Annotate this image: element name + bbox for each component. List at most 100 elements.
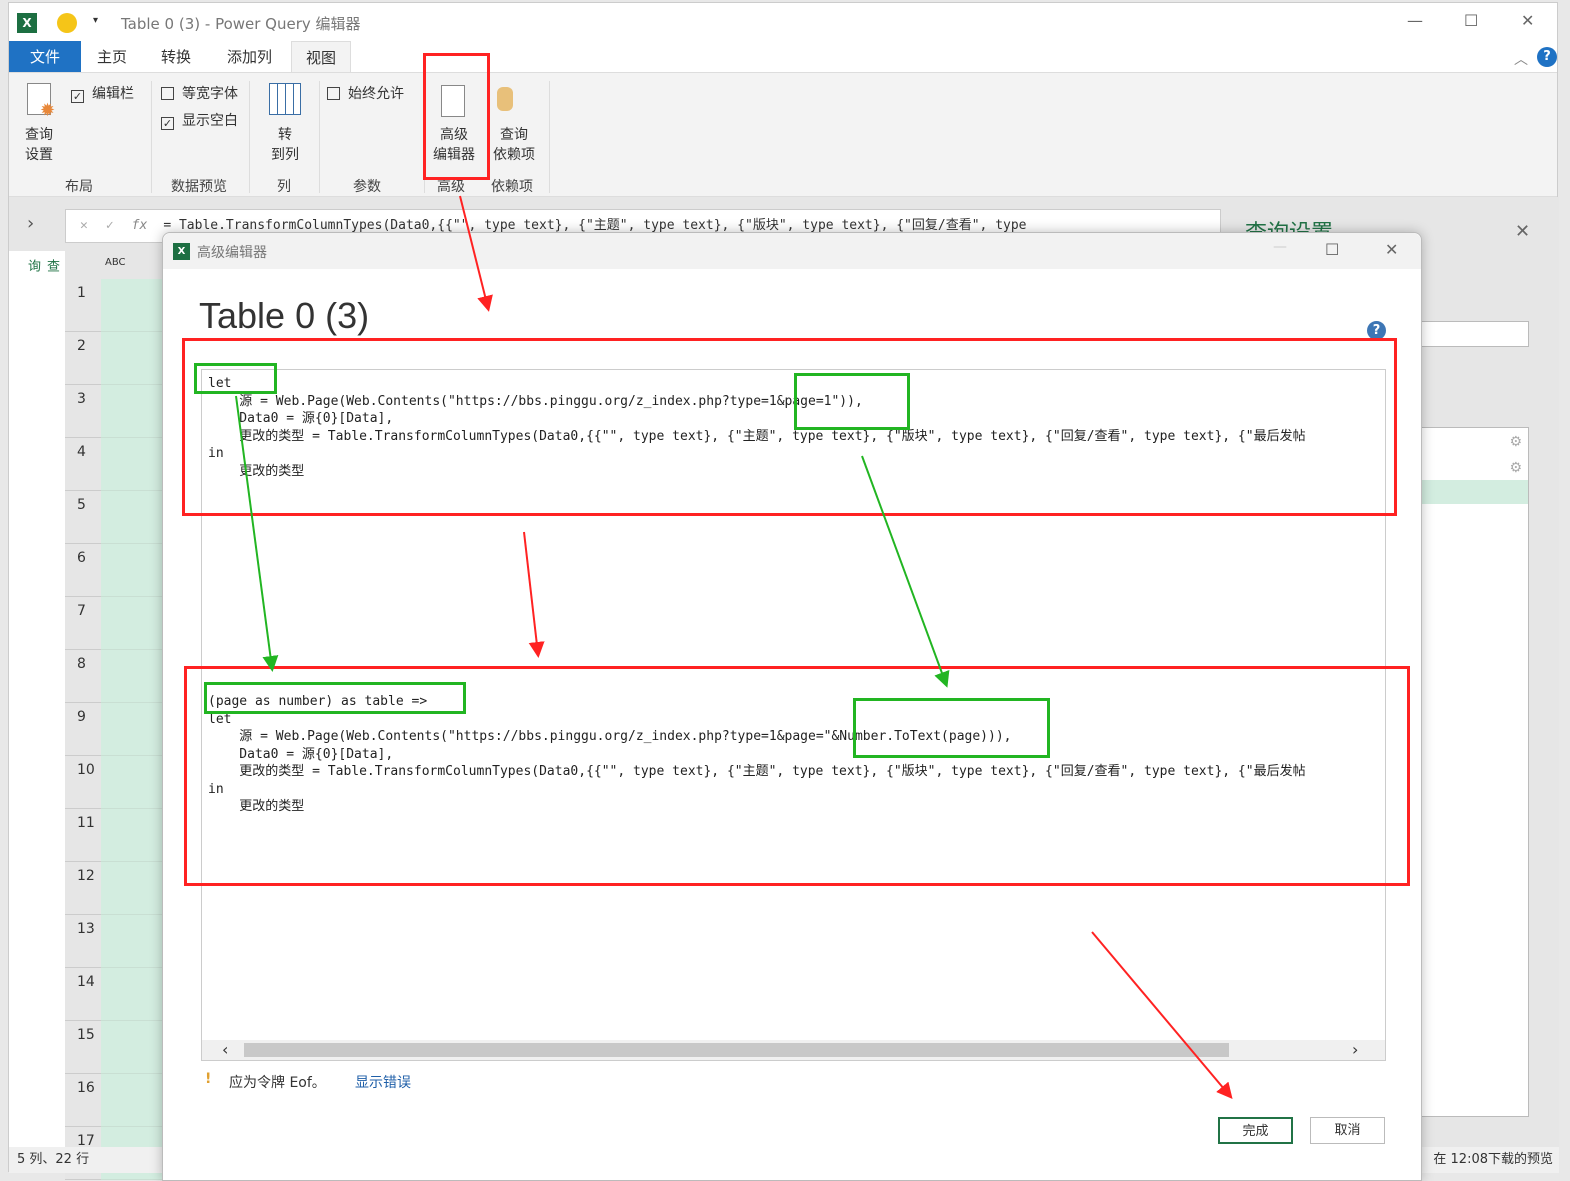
cancel-button[interactable]: 取消 (1310, 1117, 1385, 1144)
row-number[interactable]: 2 (65, 332, 101, 385)
group-label-parameters: 参数 (353, 179, 381, 195)
row-number[interactable]: 10 (65, 756, 101, 809)
maximize-icon[interactable]: ☐ (1464, 11, 1478, 30)
step-settings-gear-icon[interactable]: ⚙ (1509, 460, 1522, 476)
excel-icon: X (173, 243, 190, 260)
excel-icon: X (17, 13, 37, 33)
group-label-layout: 布局 (65, 179, 93, 195)
tab-file[interactable]: 文件 (9, 41, 81, 73)
scroll-right-icon[interactable]: › (1352, 1040, 1358, 1059)
grid-cell[interactable] (101, 650, 165, 703)
row-number[interactable]: 1 (65, 279, 101, 332)
minimize-icon[interactable]: — (1273, 239, 1287, 255)
window-title: Table 0 (3) - Power Query 编辑器 (121, 15, 361, 33)
grid-cell[interactable] (101, 968, 165, 1021)
grid-cell[interactable] (101, 1021, 165, 1074)
row-number[interactable]: 4 (65, 438, 101, 491)
query-name-heading: Table 0 (3) (199, 295, 370, 336)
ribbon: ✹ 查询 设置 ✓ 编辑栏 等宽字体 ✓ 显示空白 转 到列 始终允许 高级 编辑器… (9, 72, 1557, 197)
row-number[interactable]: 9 (65, 703, 101, 756)
minimize-icon[interactable]: — (1407, 11, 1423, 30)
annotation-red-box (423, 53, 490, 180)
scrollbar-thumb[interactable] (244, 1043, 1229, 1057)
grid-cell[interactable] (101, 809, 165, 862)
close-icon[interactable]: ✕ (1385, 240, 1398, 259)
go-to-column-button[interactable]: 转 到列 (271, 125, 299, 165)
grid-cell[interactable] (101, 491, 165, 544)
help-icon[interactable]: ? (1537, 47, 1557, 67)
group-label-data-preview: 数据预览 (171, 179, 227, 195)
error-message: 应为令牌 Eof。 (229, 1075, 326, 1091)
title-bar: X ▾ Table 0 (3) - Power Query 编辑器 — ☐ ✕ (9, 3, 1557, 43)
grid-cell[interactable] (101, 862, 165, 915)
row-number[interactable]: 15 (65, 1021, 101, 1074)
group-label-dependencies: 依赖项 (491, 179, 533, 195)
grid-cell[interactable] (101, 332, 165, 385)
ribbon-tabs: 文件 主页 转换 添加列 视图 ︿ ? (9, 41, 1557, 73)
show-error-link[interactable]: 显示错误 (355, 1072, 411, 1092)
query-dependencies-button[interactable]: 查询 依赖项 (493, 125, 535, 165)
row-number[interactable]: 12 (65, 862, 101, 915)
grid-cell[interactable] (101, 915, 165, 968)
annotation-green-box (194, 363, 277, 394)
row-number[interactable]: 14 (65, 968, 101, 1021)
row-number[interactable]: 8 (65, 650, 101, 703)
data-grid: ABC 1 2 3 4 5 6 7 8 9 10 11 12 13 14 15 16 17 (65, 251, 165, 1180)
selected-step[interactable] (1420, 480, 1528, 504)
close-icon[interactable]: ✕ (1521, 11, 1534, 30)
row-number[interactable]: 5 (65, 491, 101, 544)
close-pane-icon[interactable]: ✕ (1515, 221, 1530, 242)
cancel-formula-icon[interactable]: ✕ (80, 218, 88, 233)
status-preview-time: 在 12:08下载的预览 (1433, 1152, 1553, 1167)
done-button[interactable]: 完成 (1218, 1117, 1293, 1144)
grid-cell[interactable] (101, 1074, 165, 1127)
row-number[interactable]: 6 (65, 544, 101, 597)
dialog-title-bar: X 高级编辑器 — ☐ ✕ (163, 233, 1421, 269)
status-row-count: 5 列、22 行 (17, 1152, 90, 1167)
horizontal-scrollbar[interactable]: ‹ › (202, 1040, 1385, 1060)
tab-add-column[interactable]: 添加列 (213, 41, 286, 73)
maximize-icon[interactable]: ☐ (1325, 240, 1339, 259)
annotation-green-box (204, 682, 466, 714)
fx-icon: fx (131, 218, 148, 233)
grid-cell[interactable] (101, 703, 165, 756)
grid-cell[interactable] (101, 544, 165, 597)
query-name-input[interactable] (1419, 321, 1529, 347)
step-settings-gear-icon[interactable]: ⚙ (1509, 434, 1522, 450)
query-dependencies-icon (497, 87, 513, 111)
expand-queries-icon[interactable]: › (27, 213, 34, 234)
row-number[interactable]: 11 (65, 809, 101, 862)
tab-home[interactable]: 主页 (83, 41, 141, 73)
dialog-title: 高级编辑器 (197, 245, 267, 261)
annotation-green-box (794, 373, 910, 430)
grid-cell[interactable] (101, 756, 165, 809)
tab-transform[interactable]: 转换 (147, 41, 205, 73)
group-label-columns: 列 (277, 179, 291, 195)
queries-nav-label[interactable]: 查询 (23, 259, 61, 272)
applied-steps-list: ⚙ ⚙ (1419, 427, 1529, 1117)
row-number[interactable]: 13 (65, 915, 101, 968)
grid-cell[interactable] (101, 385, 165, 438)
grid-cell[interactable] (101, 279, 165, 332)
row-number[interactable]: 16 (65, 1074, 101, 1127)
query-settings-icon: ✹ (27, 83, 55, 121)
show-whitespace-checkbox[interactable]: ✓ 显示空白 (161, 110, 238, 130)
warning-icon: ! (205, 1071, 212, 1087)
collapse-ribbon-icon[interactable]: ︿ (1514, 49, 1528, 69)
scroll-left-icon[interactable]: ‹ (222, 1040, 228, 1059)
tab-view[interactable]: 视图 (291, 41, 352, 73)
grid-cell[interactable] (101, 597, 165, 650)
formula-text[interactable]: = Table.TransformColumnTypes(Data0,{{"",… (163, 218, 1026, 233)
customize-toolbar-icon[interactable]: ▾ (93, 15, 98, 26)
grid-cell[interactable] (101, 438, 165, 491)
annotation-red-box (182, 338, 1397, 516)
column-type-icon[interactable]: ABC (65, 251, 165, 277)
always-allow-checkbox[interactable]: 始终允许 (327, 83, 404, 103)
query-settings-button[interactable]: 查询 设置 (25, 125, 53, 165)
smiley-feedback-icon[interactable] (57, 13, 77, 33)
row-number[interactable]: 7 (65, 597, 101, 650)
monospace-checkbox[interactable]: 等宽字体 (161, 83, 238, 103)
commit-formula-icon[interactable]: ✓ (106, 218, 114, 233)
row-number[interactable]: 3 (65, 385, 101, 438)
formula-bar-checkbox[interactable]: ✓ 编辑栏 (71, 83, 134, 103)
